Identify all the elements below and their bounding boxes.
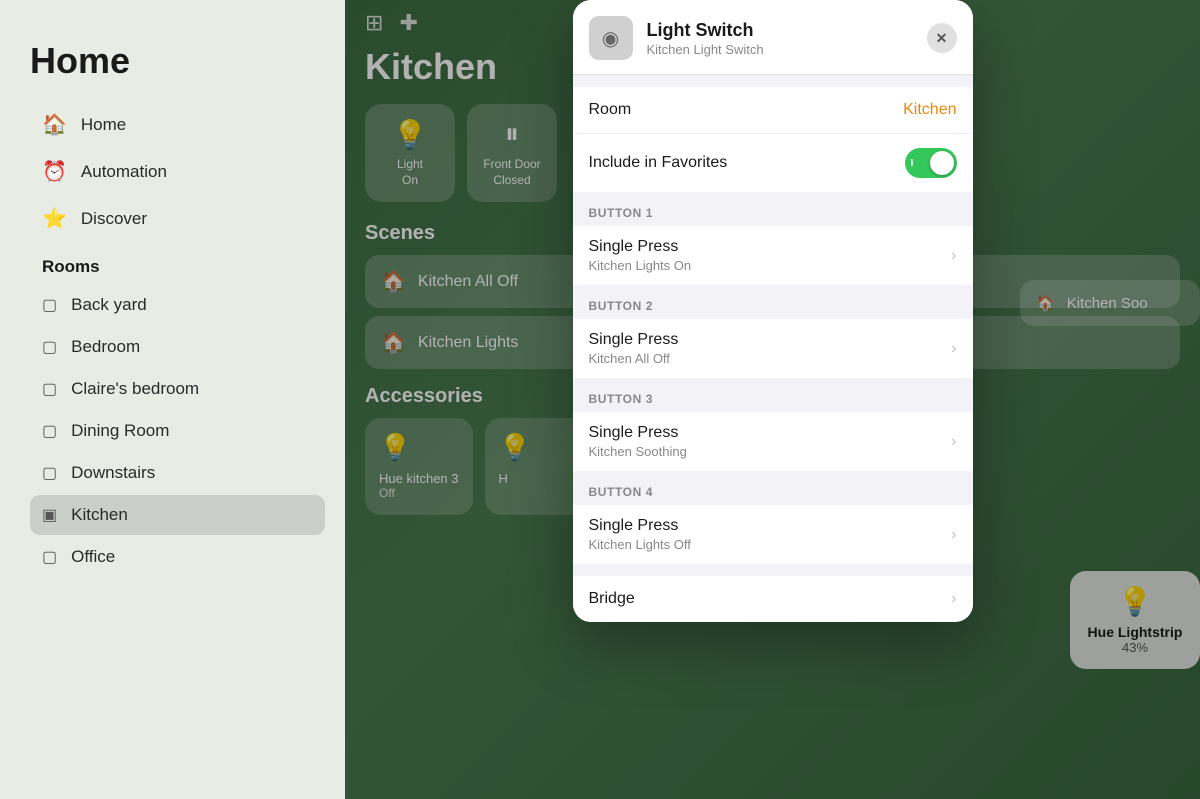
room-value: Kitchen [903, 101, 956, 119]
room-section: Room Kitchen Include in Favorites I [573, 87, 973, 192]
sidebar-item-kitchen[interactable]: ▣ Kitchen [30, 495, 325, 535]
room-icon: ▢ [42, 295, 57, 315]
button4-section-label: BUTTON 4 [573, 471, 973, 505]
room-label: Office [71, 547, 115, 567]
room-row[interactable]: Room Kitchen [573, 87, 973, 134]
discover-icon: ⭐ [42, 206, 67, 231]
room-label: Room [589, 101, 632, 119]
favorites-label: Include in Favorites [589, 154, 728, 172]
app-title: Home [30, 40, 325, 82]
sidebar-item-dining-room[interactable]: ▢ Dining Room [30, 411, 325, 451]
nav-section: 🏠 Home ⏰ Automation ⭐ Discover [30, 102, 325, 241]
sidebar-item-discover[interactable]: ⭐ Discover [30, 196, 325, 241]
toggle-knob [930, 151, 954, 175]
rooms-section-label: Rooms [42, 257, 313, 277]
chevron-right-icon: › [951, 526, 956, 544]
modal-title: Light Switch [647, 20, 913, 41]
bridge-label: Bridge [589, 590, 635, 608]
button2-section-label: BUTTON 2 [573, 285, 973, 319]
button1-action: Single Press [589, 238, 692, 256]
button3-section-label: BUTTON 3 [573, 378, 973, 412]
chevron-right-icon: › [951, 590, 956, 608]
chevron-right-icon: › [951, 340, 956, 358]
room-label: Downstairs [71, 463, 155, 483]
light-switch-modal: ◉ Light Switch Kitchen Light Switch ✕ Ro… [573, 0, 973, 622]
rooms-list: ▢ Back yard ▢ Bedroom ▢ Claire's bedroom… [30, 285, 325, 577]
button4-left: Single Press Kitchen Lights Off [589, 517, 691, 552]
sidebar-item-home[interactable]: 🏠 Home [30, 102, 325, 147]
button1-section: Single Press Kitchen Lights On › [573, 226, 973, 285]
button1-section-label: BUTTON 1 [573, 192, 973, 226]
button3-scene: Kitchen Soothing [589, 444, 687, 459]
chevron-right-icon: › [951, 247, 956, 265]
button1-left: Single Press Kitchen Lights On [589, 238, 692, 273]
sidebar-item-office[interactable]: ▢ Office [30, 537, 325, 577]
automation-icon: ⏰ [42, 159, 67, 184]
room-label: Dining Room [71, 421, 169, 441]
sidebar-item-label: Discover [81, 209, 147, 229]
room-icon: ▢ [42, 421, 57, 441]
room-label: Back yard [71, 295, 147, 315]
room-label: Claire's bedroom [71, 379, 199, 399]
room-icon: ▢ [42, 547, 57, 567]
room-icon: ▣ [42, 505, 57, 525]
sidebar-item-claires-bedroom[interactable]: ▢ Claire's bedroom [30, 369, 325, 409]
button3-left: Single Press Kitchen Soothing [589, 424, 687, 459]
button3-action: Single Press [589, 424, 687, 442]
modal-close-button[interactable]: ✕ [927, 23, 957, 53]
favorites-row[interactable]: Include in Favorites I [573, 134, 973, 192]
sidebar-item-back-yard[interactable]: ▢ Back yard [30, 285, 325, 325]
kitchen-background: ⊞ ✚ Kitchen 💡 LightOn ⏸ Front DoorClosed… [345, 0, 1200, 799]
modal-overlay: ◉ Light Switch Kitchen Light Switch ✕ Ro… [345, 0, 1200, 799]
room-label: Kitchen [71, 505, 128, 525]
button2-section: Single Press Kitchen All Off › [573, 319, 973, 378]
button2-row[interactable]: Single Press Kitchen All Off › [573, 319, 973, 378]
button2-scene: Kitchen All Off [589, 351, 679, 366]
modal-title-block: Light Switch Kitchen Light Switch [647, 20, 913, 57]
button4-section: Single Press Kitchen Lights Off › [573, 505, 973, 564]
button4-row[interactable]: Single Press Kitchen Lights Off › [573, 505, 973, 564]
sidebar: Home 🏠 Home ⏰ Automation ⭐ Discover Room… [0, 0, 345, 799]
room-icon: ▢ [42, 463, 57, 483]
bridge-row[interactable]: Bridge › [573, 576, 973, 622]
switch-icon: ◉ [602, 26, 619, 51]
room-icon: ▢ [42, 379, 57, 399]
button1-row[interactable]: Single Press Kitchen Lights On › [573, 226, 973, 285]
sidebar-item-label: Automation [81, 162, 167, 182]
button4-action: Single Press [589, 517, 691, 535]
sidebar-item-bedroom[interactable]: ▢ Bedroom [30, 327, 325, 367]
button1-scene: Kitchen Lights On [589, 258, 692, 273]
favorites-toggle[interactable]: I [905, 148, 957, 178]
modal-subtitle: Kitchen Light Switch [647, 42, 913, 57]
sidebar-item-label: Home [81, 115, 126, 135]
room-label: Bedroom [71, 337, 140, 357]
sidebar-item-automation[interactable]: ⏰ Automation [30, 149, 325, 194]
button3-section: Single Press Kitchen Soothing › [573, 412, 973, 471]
button2-left: Single Press Kitchen All Off [589, 331, 679, 366]
modal-header: ◉ Light Switch Kitchen Light Switch ✕ [573, 0, 973, 75]
chevron-right-icon: › [951, 433, 956, 451]
button4-scene: Kitchen Lights Off [589, 537, 691, 552]
home-icon: 🏠 [42, 112, 67, 137]
sidebar-item-downstairs[interactable]: ▢ Downstairs [30, 453, 325, 493]
modal-device-icon: ◉ [589, 16, 633, 60]
main-content: ⊞ ✚ Kitchen 💡 LightOn ⏸ Front DoorClosed… [345, 0, 1200, 799]
button3-row[interactable]: Single Press Kitchen Soothing › [573, 412, 973, 471]
room-icon: ▢ [42, 337, 57, 357]
toggle-on-label: I [911, 158, 914, 169]
button2-action: Single Press [589, 331, 679, 349]
